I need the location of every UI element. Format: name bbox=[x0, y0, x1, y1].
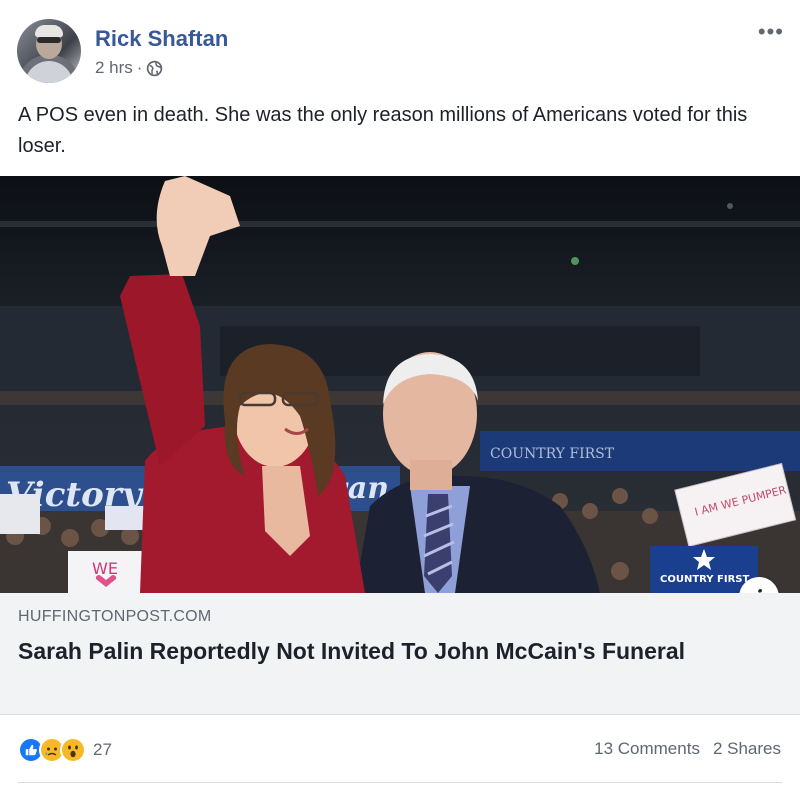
shares-count-link[interactable]: 2 Shares bbox=[713, 739, 781, 759]
country-first-sign-text: COUNTRY FIRST bbox=[660, 574, 749, 585]
we-sign-text: WE bbox=[92, 559, 118, 578]
author-avatar[interactable] bbox=[17, 19, 81, 83]
globe-icon bbox=[147, 60, 163, 76]
post-text: A POS even in death. She was the only re… bbox=[18, 104, 748, 157]
link-preview[interactable]: HUFFINGTONPOST.COM Sarah Palin Reportedl… bbox=[0, 593, 800, 715]
comments-count-link[interactable]: 13 Comments bbox=[594, 739, 700, 759]
link-title[interactable]: Sarah Palin Reportedly Not Invited To Jo… bbox=[18, 635, 738, 668]
link-preview-image[interactable]: COUNTRY FIRST Victory wan WE I AM WE PUM… bbox=[0, 176, 800, 593]
meta-separator: · bbox=[136, 58, 143, 77]
footer-divider bbox=[18, 782, 782, 783]
reaction-count: 27 bbox=[93, 740, 112, 759]
author-name-link[interactable]: Rick Shaftan bbox=[95, 26, 228, 52]
post-timestamp[interactable]: 2 hrs bbox=[95, 58, 133, 78]
link-domain: HUFFINGTONPOST.COM bbox=[18, 608, 212, 625]
reactions-summary[interactable]: 27 bbox=[18, 737, 112, 763]
more-options-button[interactable]: ••• bbox=[758, 21, 784, 43]
engagement-counts: 13 Comments 2 Shares bbox=[594, 739, 781, 759]
rally-photo: COUNTRY FIRST Victory wan WE I AM WE PUM… bbox=[0, 176, 800, 593]
country-first-banner-text: COUNTRY FIRST bbox=[490, 446, 615, 462]
post-meta: 2 hrs · bbox=[95, 58, 163, 78]
facebook-post: Rick Shaftan 2 hrs · ••• A POS even in d… bbox=[0, 0, 800, 785]
wow-icon bbox=[60, 737, 86, 763]
